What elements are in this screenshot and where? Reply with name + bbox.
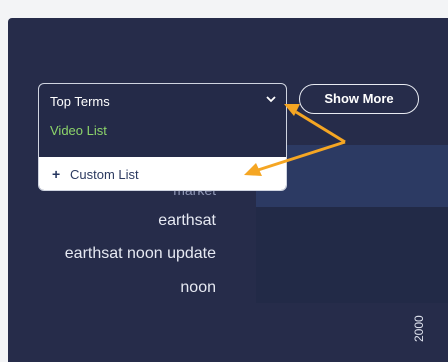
arrow-to-custom-list <box>257 140 346 172</box>
annotation-arrows <box>244 104 346 176</box>
arrow-to-chevron <box>295 110 346 144</box>
